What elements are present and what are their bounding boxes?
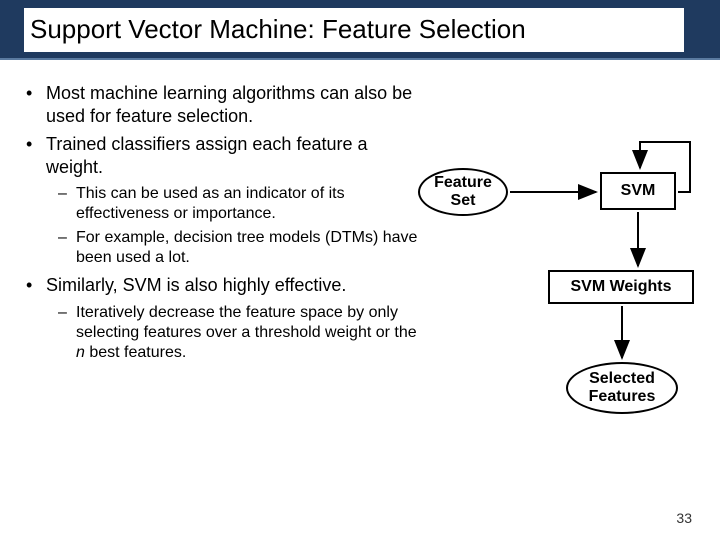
bullet-1: Most machine learning algorithms can als…: [22, 82, 418, 127]
text-column: Most machine learning algorithms can als…: [22, 82, 418, 422]
bullet-2-sub-2: For example, decision tree models (DTMs)…: [56, 228, 418, 268]
bullet-3-text: Similarly, SVM is also highly effective.: [46, 275, 346, 295]
bullet-3: Similarly, SVM is also highly effective.…: [22, 274, 418, 363]
node-svm-weights: SVM Weights: [548, 270, 694, 304]
bullet-2-sub-1: This can be used as an indicator of its …: [56, 184, 418, 224]
diagram-column: Feature Set SVM SVM Weights Selected Fea…: [418, 82, 698, 422]
bullet-2: Trained classifiers assign each feature …: [22, 133, 418, 268]
bullet-2-text: Trained classifiers assign each feature …: [46, 134, 368, 177]
page-number: 33: [676, 510, 692, 526]
bullet-3-sub-1a: Iteratively decrease the feature space b…: [76, 304, 417, 341]
flow-diagram: Feature Set SVM SVM Weights Selected Fea…: [418, 82, 698, 422]
slide-title: Support Vector Machine: Feature Selectio…: [30, 14, 526, 45]
node-feature-set: Feature Set: [418, 168, 508, 216]
bullet-3-sub-1: Iteratively decrease the feature space b…: [56, 303, 418, 363]
content-area: Most machine learning algorithms can als…: [0, 60, 720, 422]
title-bar: Support Vector Machine: Feature Selectio…: [0, 0, 720, 60]
node-svm: SVM: [600, 172, 676, 210]
bullet-3-sub-1b: best features.: [85, 344, 186, 361]
bullet-3-sub-1-n: n: [76, 344, 85, 361]
node-selected-features: Selected Features: [566, 362, 678, 414]
